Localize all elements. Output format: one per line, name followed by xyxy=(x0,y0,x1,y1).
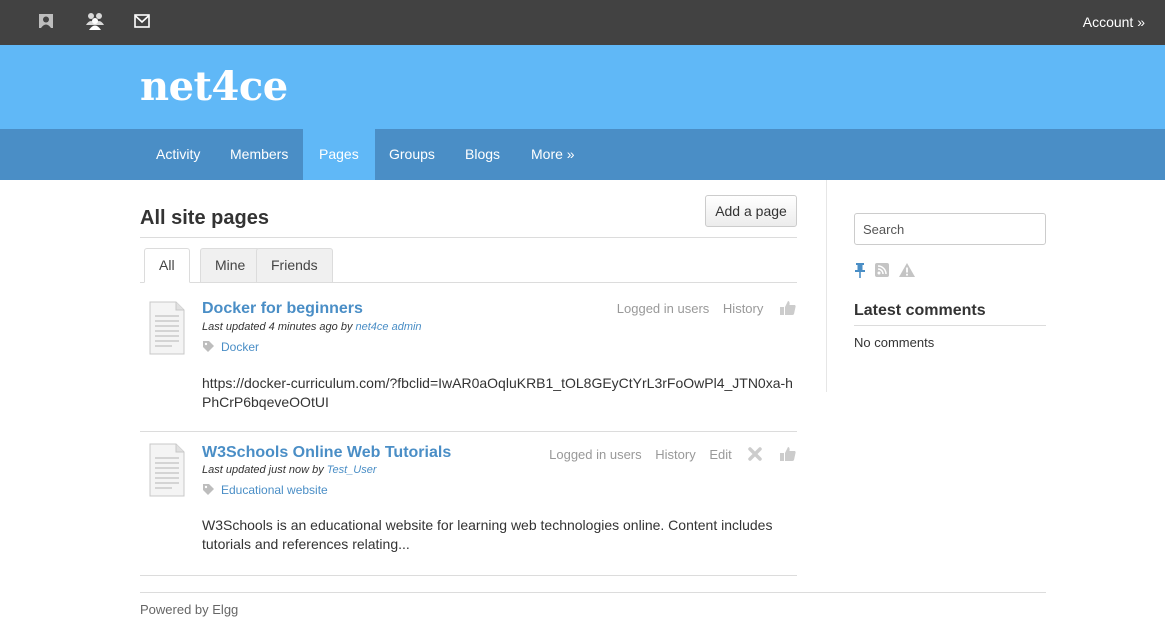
tabs-divider xyxy=(140,282,797,283)
history-link[interactable]: History xyxy=(655,447,695,462)
page-document-icon xyxy=(148,300,186,356)
entry-divider xyxy=(140,431,797,432)
entry-divider xyxy=(140,575,797,576)
nav-item-activity[interactable]: Activity xyxy=(140,129,216,180)
access-level: Logged in users xyxy=(549,446,642,462)
page-document-icon xyxy=(148,442,186,498)
tab-friends[interactable]: Friends xyxy=(256,248,333,283)
updated-prefix: Last updated just now by xyxy=(202,464,327,476)
nav-item-blogs[interactable]: Blogs xyxy=(449,129,516,180)
updated-prefix: Last updated 4 minutes ago by xyxy=(202,321,356,333)
footer-powered-by[interactable]: Powered by Elgg xyxy=(140,602,238,617)
page-description: W3Schools is an educational website for … xyxy=(202,517,773,552)
access-level: Logged in users xyxy=(616,300,710,316)
search-input[interactable] xyxy=(854,213,1046,245)
page-updated-info: Last updated just now by Test_User xyxy=(202,464,376,476)
add-page-button[interactable]: Add a page xyxy=(705,195,797,227)
edit-link[interactable]: Edit xyxy=(709,447,731,462)
page-description: https://docker-curriculum.com/?fbclid=Iw… xyxy=(202,375,793,410)
friends-icon[interactable] xyxy=(85,12,105,33)
page-title: All site pages xyxy=(140,207,269,229)
page-tag: Educational website xyxy=(202,483,328,499)
rss-icon[interactable] xyxy=(874,262,890,281)
nav-item-more[interactable]: More » xyxy=(515,129,591,180)
sidebar-divider xyxy=(826,180,827,392)
nav-item-members[interactable]: Members xyxy=(214,129,304,180)
footer-divider xyxy=(140,592,1046,593)
page-meta: Logged in users History Edit xyxy=(539,446,797,465)
report-icon[interactable] xyxy=(898,262,916,281)
page-updated-info: Last updated 4 minutes ago by net4ce adm… xyxy=(202,321,422,333)
tag-link[interactable]: Docker xyxy=(221,340,259,354)
author-link[interactable]: Test_User xyxy=(327,464,377,476)
no-comments-text: No comments xyxy=(854,335,935,350)
latest-comments-divider xyxy=(854,325,1046,326)
tag-link[interactable]: Educational website xyxy=(221,483,328,497)
topbar: Account » xyxy=(0,0,1165,45)
nav-item-pages[interactable]: Pages xyxy=(303,129,375,180)
like-icon[interactable] xyxy=(779,446,797,465)
pin-icon[interactable] xyxy=(854,262,866,281)
page-meta: Logged in users History xyxy=(607,300,797,319)
site-logo-text[interactable]: net4ce xyxy=(140,63,288,110)
history-link[interactable]: History xyxy=(723,301,763,316)
account-menu[interactable]: Account » xyxy=(1083,14,1145,30)
delete-icon[interactable] xyxy=(747,446,763,465)
site-header: net4ce xyxy=(0,45,1165,129)
nav-item-groups[interactable]: Groups xyxy=(373,129,451,180)
tag-icon xyxy=(202,340,215,356)
sidebar-extras xyxy=(854,262,920,281)
tab-mine[interactable]: Mine xyxy=(200,248,261,283)
messages-icon[interactable] xyxy=(134,14,150,31)
tab-all[interactable]: All xyxy=(144,248,190,283)
like-icon[interactable] xyxy=(779,300,797,319)
main-nav: Activity Members Pages Groups Blogs More… xyxy=(0,129,1165,180)
page-tag: Docker xyxy=(202,340,259,356)
list-item: W3Schools Online Web Tutorials Last upda… xyxy=(140,436,797,576)
list-item: Docker for beginners Last updated 4 minu… xyxy=(140,292,797,432)
page-title-link[interactable]: Docker for beginners xyxy=(202,300,363,318)
title-divider xyxy=(140,237,797,238)
latest-comments-heading: Latest comments xyxy=(854,302,986,319)
page-title-link[interactable]: W3Schools Online Web Tutorials xyxy=(202,444,451,462)
tag-icon xyxy=(202,483,215,499)
profile-icon[interactable] xyxy=(38,13,54,32)
author-link[interactable]: net4ce admin xyxy=(356,321,422,333)
